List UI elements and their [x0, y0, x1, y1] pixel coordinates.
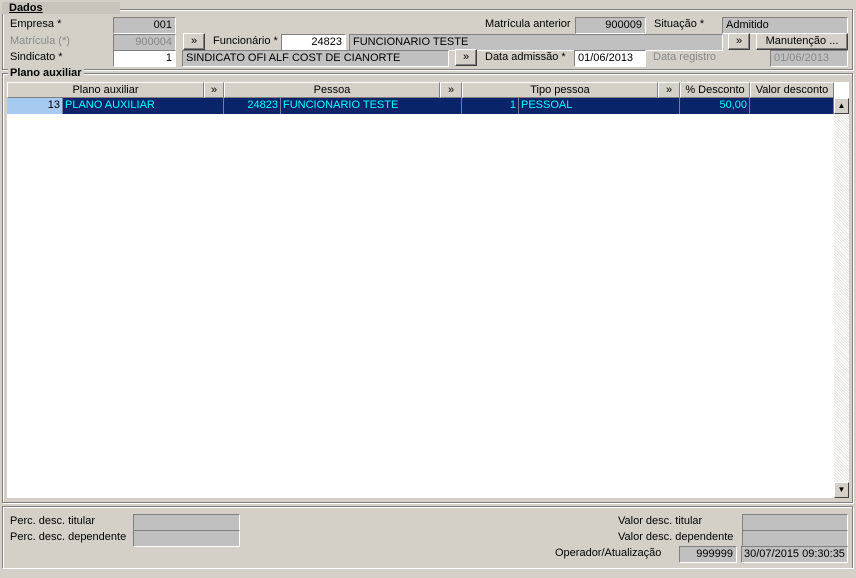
cell-tipo-name[interactable]: PESSOAL — [519, 98, 680, 114]
funcionario-label: Funcionário * — [213, 35, 278, 47]
matricula-field[interactable]: 900004 — [113, 34, 176, 51]
valor-titular-label: Valor desc. titular — [618, 515, 703, 527]
operador-field[interactable]: 999999 — [679, 546, 737, 563]
plano-grid[interactable]: Plano auxiliar » Pessoa » Tipo pessoa » … — [7, 82, 849, 498]
data-admissao-label: Data admissão * — [485, 51, 566, 63]
sindicato-field[interactable]: 1 — [113, 50, 176, 67]
perc-titular-field[interactable] — [133, 514, 240, 531]
perc-dependente-label: Perc. desc. dependente — [10, 531, 127, 543]
cell-pessoa-name[interactable]: FUNCIONARIO TESTE — [281, 98, 462, 114]
col-header-pessoa-lookup[interactable]: » — [440, 82, 462, 98]
plano-title: Plano auxiliar — [8, 67, 84, 80]
col-header-tipo-pessoa[interactable]: Tipo pessoa — [462, 82, 658, 98]
data-admissao-field[interactable]: 01/06/2013 — [574, 50, 646, 67]
manutencao-button[interactable]: Manutenção ... — [756, 33, 848, 50]
cell-pessoa-code[interactable]: 24823 — [224, 98, 281, 114]
matricula-lookup-button[interactable]: » — [183, 33, 205, 50]
valor-dependente-field[interactable] — [742, 530, 848, 547]
vertical-scrollbar[interactable] — [834, 98, 849, 498]
double-chevron-right-icon: » — [735, 35, 743, 47]
sindicato-name-field[interactable]: SINDICATO OFI ALF COST DE CIANORTE — [182, 50, 449, 67]
dados-title: Dados — [9, 2, 43, 14]
valor-titular-field[interactable] — [742, 514, 848, 531]
data-registro-field[interactable]: 01/06/2013 — [770, 50, 848, 67]
sindicato-label: Sindicato * — [10, 51, 63, 63]
sindicato-lookup-button[interactable]: » — [455, 49, 477, 66]
cell-plano-code[interactable]: 13 — [7, 98, 63, 114]
double-chevron-right-icon: » — [210, 84, 218, 96]
funcionario-field[interactable]: 24823 — [281, 34, 346, 51]
cell-tipo-code[interactable]: 1 — [462, 98, 519, 114]
matricula-label: Matrícula (*) — [10, 35, 70, 47]
empresa-label: Empresa * — [10, 18, 62, 30]
perc-dependente-field[interactable] — [133, 530, 240, 547]
operador-label: Operador/Atualização — [555, 547, 662, 559]
situacao-field[interactable]: Admitido — [722, 17, 848, 34]
col-header-tipo-lookup[interactable]: » — [658, 82, 680, 98]
double-chevron-right-icon: » — [665, 84, 673, 96]
perc-titular-label: Perc. desc. titular — [10, 515, 95, 527]
empresa-field[interactable]: 001 — [113, 17, 176, 34]
situacao-label: Situação * — [654, 18, 705, 30]
double-chevron-right-icon: » — [190, 35, 198, 47]
arrow-up-icon: ▲ — [837, 101, 846, 110]
scroll-up-button[interactable]: ▲ — [834, 98, 849, 114]
scroll-down-button[interactable]: ▼ — [834, 482, 849, 498]
cell-valor-desconto[interactable] — [750, 98, 834, 114]
double-chevron-right-icon: » — [462, 51, 470, 63]
data-registro-label: Data registro — [653, 51, 716, 63]
matricula-anterior-field[interactable]: 900009 — [575, 17, 646, 34]
double-chevron-right-icon: » — [447, 84, 455, 96]
col-header-plano-auxiliar[interactable]: Plano auxiliar — [7, 82, 204, 98]
col-header-plano-lookup[interactable]: » — [204, 82, 224, 98]
matricula-anterior-label: Matrícula anterior — [485, 18, 571, 30]
arrow-down-icon: ▼ — [837, 485, 846, 494]
col-header-perc-desconto[interactable]: % Desconto — [680, 82, 750, 98]
valor-dependente-label: Valor desc. dependente — [618, 531, 734, 543]
col-header-valor-desconto[interactable]: Valor desconto — [750, 82, 834, 98]
cell-perc-desconto[interactable]: 50,00 — [680, 98, 750, 114]
funcionario-name-field[interactable]: FUNCIONARIO TESTE — [349, 34, 723, 51]
atualizacao-field[interactable]: 30/07/2015 09:30:35 — [741, 546, 848, 563]
col-header-pessoa[interactable]: Pessoa — [224, 82, 440, 98]
funcionario-lookup-button[interactable]: » — [728, 33, 750, 50]
cell-plano-name[interactable]: PLANO AUXILIAR — [63, 98, 224, 114]
